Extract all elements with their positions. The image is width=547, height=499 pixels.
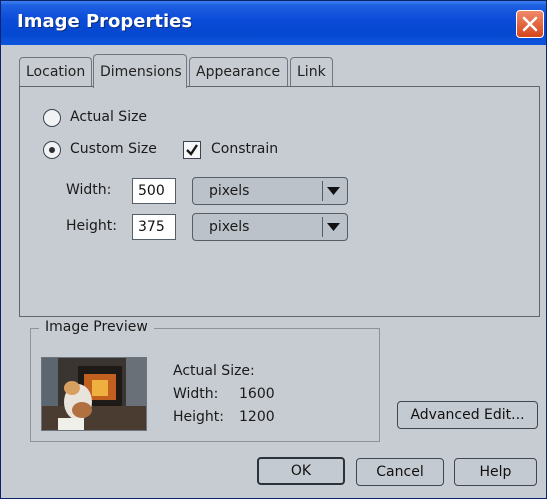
title-bar[interactable]: Image Properties	[1, 1, 546, 45]
height-unit-value: pixels	[209, 219, 250, 235]
help-button[interactable]: Help	[454, 458, 537, 486]
cancel-button[interactable]: Cancel	[356, 458, 444, 486]
tab-label: Appearance	[196, 64, 281, 80]
cancel-label: Cancel	[376, 464, 424, 480]
close-button[interactable]	[516, 10, 544, 38]
width-label: Width:	[66, 182, 112, 198]
width-input[interactable]	[132, 178, 176, 204]
ok-button[interactable]: OK	[257, 457, 345, 485]
preview-width-value: 1600	[239, 386, 275, 402]
advanced-edit-button[interactable]: Advanced Edit...	[397, 401, 538, 429]
actual-size-radio[interactable]	[43, 109, 61, 127]
image-preview-legend: Image Preview	[39, 319, 154, 335]
tab-label: Link	[297, 64, 326, 80]
preview-width-label: Width:	[173, 386, 219, 402]
height-label: Height:	[66, 218, 117, 234]
height-unit-select[interactable]: pixels	[192, 213, 348, 241]
ok-label: OK	[290, 463, 312, 479]
tab-location[interactable]: Location	[19, 57, 92, 87]
tab-dimensions[interactable]: Dimensions	[93, 54, 187, 88]
custom-size-radio[interactable]	[43, 141, 61, 159]
custom-size-label: Custom Size	[70, 141, 157, 157]
advanced-edit-label: Advanced Edit...	[410, 407, 525, 423]
width-unit-select[interactable]: pixels	[192, 177, 348, 205]
dropdown-arrow[interactable]	[322, 181, 344, 201]
window-title: Image Properties	[17, 11, 193, 32]
radio-selected-dot	[49, 147, 55, 153]
tab-label: Location	[26, 64, 86, 80]
image-preview-thumbnail	[41, 357, 147, 431]
image-properties-dialog: Image Properties Location Dimensions App…	[0, 0, 547, 499]
tab-appearance[interactable]: Appearance	[189, 57, 288, 87]
image-preview-group: Image Preview Actual Size: Width: 1600 H…	[30, 319, 380, 442]
constrain-label: Constrain	[211, 141, 279, 157]
tab-link[interactable]: Link	[290, 57, 333, 87]
actual-size-label: Actual Size	[70, 109, 148, 125]
height-input[interactable]	[132, 214, 176, 240]
tab-label: Dimensions	[100, 64, 182, 80]
preview-height-value: 1200	[239, 409, 275, 425]
dropdown-arrow[interactable]	[322, 217, 344, 237]
help-label: Help	[479, 464, 512, 480]
preview-actual-size-label: Actual Size:	[173, 363, 255, 379]
constrain-checkbox[interactable]	[183, 141, 201, 159]
width-unit-value: pixels	[209, 183, 250, 199]
preview-height-label: Height:	[173, 409, 224, 425]
dimensions-panel: Actual Size Custom Size Constrain Width:…	[19, 86, 540, 317]
